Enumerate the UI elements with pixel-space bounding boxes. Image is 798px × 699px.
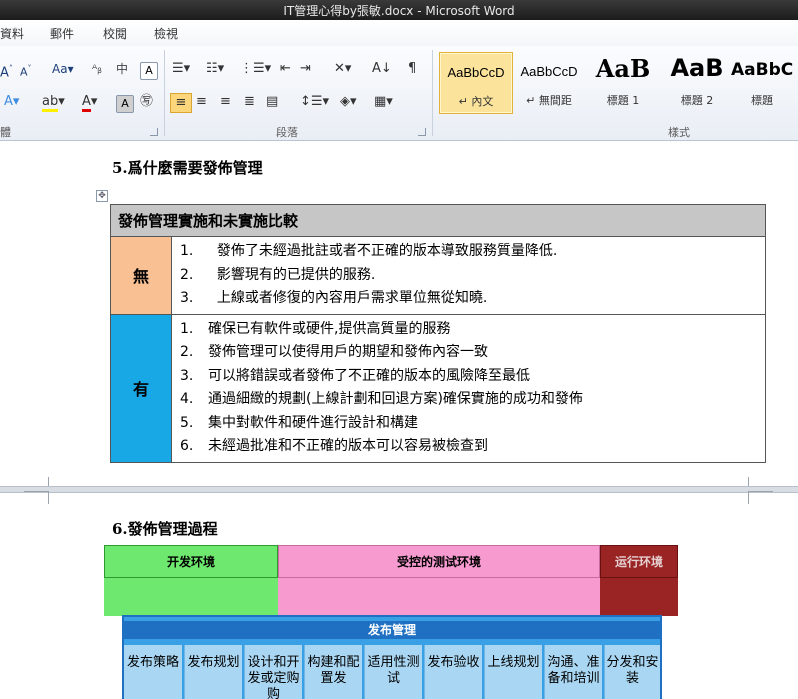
list-item: 1. 發佈了未經過批註或者不正確的版本導致服務質量降低.: [180, 243, 558, 259]
enclose-characters-icon[interactable]: ㊢: [140, 93, 153, 111]
phonetic-guide-icon[interactable]: 中: [116, 60, 128, 78]
font-group-label: 體: [0, 126, 11, 139]
group-separator: [432, 50, 433, 136]
distributed-icon[interactable]: ▤: [266, 93, 278, 111]
env-prod: 运行环境: [600, 545, 678, 578]
style-heading-2[interactable]: AaB 標題 2: [661, 52, 733, 112]
process-step: 构建和配置发: [304, 645, 362, 699]
process-step: 发布验收: [424, 645, 482, 699]
with-items: 1. 確保已有軟件或硬件,提供高質量的服務 2. 發佈管理可以使得用戶的期望和發佈內…: [171, 313, 766, 463]
process-step: 分发和安装: [604, 645, 660, 699]
style-name: ↵ 內文: [458, 95, 494, 108]
numbering-icon[interactable]: ☷▾: [206, 60, 224, 78]
list-item: 2. 影響現有的已提供的服務.: [180, 266, 376, 283]
row-key-without: 無: [110, 236, 172, 315]
decrease-indent-icon[interactable]: ⇤: [280, 60, 291, 78]
character-border-icon[interactable]: A: [140, 62, 158, 80]
multilevel-list-icon[interactable]: ⋮☰▾: [240, 60, 271, 78]
env-dev-area: [104, 578, 278, 616]
env-test: 受控的测试环境: [278, 545, 600, 578]
list-item: 1. 確保已有軟件或硬件,提供高質量的服務: [180, 320, 451, 337]
ribbon-tabs: 資料 郵件 校閱 檢視: [0, 20, 798, 47]
style-name: ↵ 無間距: [526, 94, 572, 107]
window-title: IT管理心得by張敏.docx - Microsoft Word: [283, 4, 515, 18]
document-area[interactable]: 5.爲什麼需要發佈管理 ✥ 發佈管理實施和未實施比較 無 1. 發佈了未經過批註…: [0, 141, 798, 699]
show-marks-icon[interactable]: ¶: [408, 60, 416, 78]
font-dialog-launcher-icon[interactable]: [150, 128, 158, 136]
shrink-font-button[interactable]: A˅: [20, 60, 32, 79]
highlight-color-icon[interactable]: ab▾: [42, 93, 65, 112]
list-item: 3. 上線或者修復的內容用戶需求單位無從知曉.: [180, 290, 488, 306]
row-key-with: 有: [110, 313, 172, 463]
release-management-title: 发布管理: [124, 621, 660, 639]
style-name: 標題 1: [606, 94, 640, 107]
ribbon: A˄ A˅ Aa▾ ᴬᵦ 中 A A▾ ab▾ A▾ A ㊢ 體 ☰▾ ☷▾ ⋮…: [0, 46, 798, 141]
shading-icon[interactable]: ◈▾: [340, 93, 357, 111]
style-heading-1[interactable]: AaB 標題 1: [587, 52, 659, 112]
process-step: 适用性测试: [364, 645, 422, 699]
asian-layout-icon[interactable]: ✕▾: [334, 60, 351, 78]
style-sample: AaBbC: [731, 60, 793, 80]
comparison-table-header: 發佈管理實施和未實施比較: [110, 204, 766, 237]
sort-icon[interactable]: A↓: [372, 60, 392, 78]
character-shading-icon[interactable]: A: [116, 95, 134, 113]
line-spacing-icon[interactable]: ↕☰▾: [300, 93, 329, 111]
list-item: 2. 發佈管理可以使得用戶的期望和發佈內容一致: [180, 344, 488, 360]
borders-icon[interactable]: ▦▾: [374, 93, 393, 111]
increase-indent-icon[interactable]: ⇥: [300, 60, 311, 78]
text-effects-icon[interactable]: A▾: [4, 93, 19, 111]
justify-icon[interactable]: ≣: [244, 93, 255, 111]
change-case-button[interactable]: Aa▾: [52, 60, 74, 78]
process-step: 发布策略: [124, 645, 182, 699]
paragraph-group-label: 段落: [276, 126, 298, 139]
crop-mark: [24, 491, 49, 504]
release-process-diagram: 开发环境 受控的测试环境 运行环境 发布管理 发布策略 发布规划 设计和开发或定…: [104, 541, 678, 699]
tab-mailings[interactable]: 郵件: [50, 25, 74, 42]
clear-format-icon[interactable]: ᴬᵦ: [92, 60, 102, 78]
process-step: 沟通、准备和培训: [544, 645, 602, 699]
align-center-icon[interactable]: ≡: [196, 93, 207, 111]
table-move-handle-icon[interactable]: ✥: [96, 190, 108, 202]
style-sample: AaB: [670, 54, 724, 82]
tab-view[interactable]: 檢視: [154, 25, 178, 42]
paragraph-dialog-launcher-icon[interactable]: [418, 128, 426, 136]
styles-gallery: AaBbCcD ↵ 內文 AaBbCcD ↵ 無間距 AaB 標題 1 AaB …: [437, 52, 793, 114]
styles-group-label: 樣式: [668, 126, 690, 139]
page-break: [0, 486, 798, 493]
process-step: 上线规划: [484, 645, 542, 699]
without-items: 1. 發佈了未經過批註或者不正確的版本導致服務質量降低. 2. 影響現有的已提供…: [171, 236, 766, 315]
comparison-table: 發佈管理實施和未實施比較 無 1. 發佈了未經過批註或者不正確的版本導致服務質量…: [110, 204, 766, 463]
list-item: 6. 未經過批准和不正確的版本可以容易被檢查到: [180, 438, 488, 454]
env-test-area: [278, 578, 600, 616]
group-separator: [164, 50, 165, 136]
title-bar: IT管理心得by張敏.docx - Microsoft Word: [0, 0, 798, 20]
style-name: 標題 2: [680, 94, 714, 107]
section-6-heading: 6.發佈管理過程: [112, 520, 218, 538]
tab-review[interactable]: 校閱: [103, 25, 127, 42]
section-5-heading: 5.爲什麼需要發佈管理: [112, 159, 263, 177]
style-sample: AaBbCcD: [520, 64, 578, 79]
list-item: 3. 可以將錯誤或者發佈了不正確的版本的風險降至最低: [180, 367, 530, 384]
style-normal[interactable]: AaBbCcD ↵ 內文: [439, 52, 513, 114]
style-name: 標題: [751, 94, 773, 107]
grow-font-button[interactable]: A˄: [0, 60, 13, 80]
release-management-box: 发布管理 发布策略 发布规划 设计和开发或定购购 构建和配置发 适用性测试 发布…: [122, 615, 662, 699]
list-item: 4. 通過細緻的規劃(上線計劃和回退方案)確保實施的成功和發佈: [180, 391, 583, 407]
process-step: 发布规划: [184, 645, 242, 699]
process-step: 设计和开发或定购购: [244, 645, 302, 699]
style-title[interactable]: AaBbC 標題: [731, 52, 793, 112]
font-color-icon[interactable]: A▾: [82, 93, 97, 112]
env-dev: 开发环境: [104, 545, 278, 578]
align-right-icon[interactable]: ≡: [220, 93, 231, 111]
list-item: 5. 集中對軟件和硬件進行設計和構建: [180, 414, 418, 431]
crop-mark: [748, 491, 773, 504]
align-left-icon[interactable]: ≡: [170, 93, 192, 113]
style-sample: AaB: [595, 54, 651, 83]
env-prod-area: [600, 578, 678, 616]
style-sample: AaBbCcD: [447, 65, 505, 80]
tab-references[interactable]: 資料: [0, 25, 24, 42]
bullets-icon[interactable]: ☰▾: [172, 60, 190, 78]
style-no-spacing[interactable]: AaBbCcD ↵ 無間距: [513, 52, 585, 112]
